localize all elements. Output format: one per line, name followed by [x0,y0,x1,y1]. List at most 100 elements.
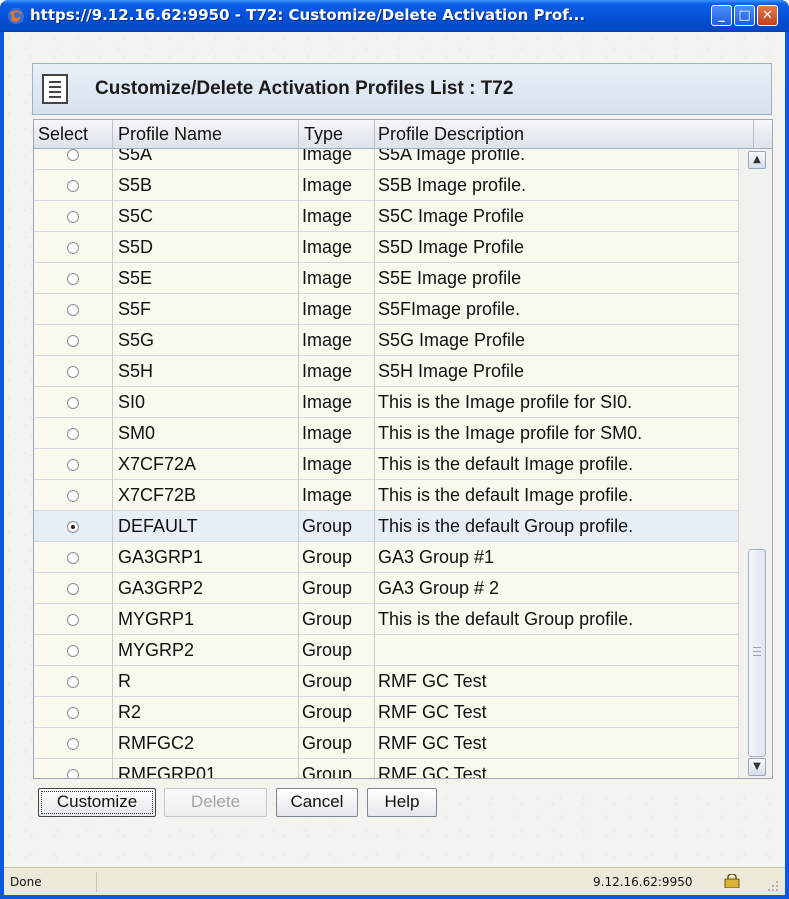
table-row[interactable]: S5B Image S5B Image profile. [34,170,738,201]
table-row[interactable]: S5G Image S5G Image Profile [34,325,738,356]
table-row[interactable]: MYGRP2 Group [34,635,738,666]
profile-name-cell: RMFGRP01 [118,764,217,779]
table-row[interactable]: SM0 Image This is the Image profile for SM… [34,418,738,449]
maximize-button[interactable]: □ [734,5,755,26]
column-header-type[interactable]: Type [304,124,343,145]
customize-button[interactable]: Customize [38,788,156,817]
delete-button[interactable]: Delete [164,788,267,817]
row-select-radio[interactable] [67,552,79,564]
row-select-radio[interactable] [67,242,79,254]
table-row[interactable]: R Group RMF GC Test [34,666,738,697]
table-row[interactable]: SI0 Image This is the Image profile for SI… [34,387,738,418]
table-header: Select Profile Name Type Profile Descrip… [34,120,772,149]
row-select-radio[interactable] [67,490,79,502]
row-select-radio[interactable] [67,149,79,161]
profile-type-cell: Image [302,485,353,505]
column-header-profile-name[interactable]: Profile Name [118,124,222,145]
select-cell [34,449,112,480]
row-select-radio[interactable] [67,273,79,285]
select-cell [34,170,112,201]
profile-type-cell: Image [302,454,353,474]
profile-type-cell: Group [302,578,353,598]
row-select-radio[interactable] [67,304,79,316]
scroll-up-button[interactable]: ▲ [748,151,766,169]
profile-description-cell: RMF GC Test [378,733,487,753]
page-title: Customize/Delete Activation Profiles Lis… [95,78,514,99]
profile-description-cell: This is the default Group profile. [378,609,634,629]
help-button[interactable]: Help [367,788,437,817]
table-row[interactable]: X7CF72A Image This is the default Image pr… [34,449,738,480]
profile-name-cell: GA3GRP2 [118,578,204,598]
row-select-radio[interactable] [67,645,79,657]
table-row[interactable]: GA3GRP2 Group GA3 Group # 2 [34,573,738,604]
row-select-radio[interactable] [67,738,79,750]
close-button[interactable]: ✕ [757,5,778,26]
row-select-radio[interactable] [67,180,79,192]
table-row[interactable]: RMFGC2 Group RMF GC Test [34,728,738,759]
profile-name-cell: S5C [118,206,154,226]
profile-type-cell: Image [302,299,353,319]
row-select-radio[interactable] [67,769,79,778]
column-header-select[interactable]: Select [38,124,88,145]
select-cell [34,573,112,604]
row-select-radio[interactable] [67,676,79,688]
select-cell [34,356,112,387]
profile-type-cell: Image [302,149,353,164]
title-bar[interactable]: https://9.12.16.62:9950 - T72: Customize… [0,0,789,32]
profile-name-cell: S5G [118,330,155,350]
profile-description-cell: This is the default Group profile. [378,516,634,536]
table-row[interactable]: GA3GRP1 Group GA3 Group #1 [34,542,738,573]
row-select-radio[interactable] [67,335,79,347]
table-row[interactable]: S5H Image S5H Image Profile [34,356,738,387]
profile-description-cell: RMF GC Test [378,671,487,691]
table-row[interactable]: X7CF72B Image This is the default Image pr… [34,480,738,511]
profile-description-cell: This is the Image profile for SI0. [378,392,633,412]
profile-description-cell: S5E Image profile [378,268,522,288]
table-row[interactable]: R2 Group RMF GC Test [34,697,738,728]
table-row[interactable]: S5E Image S5E Image profile [34,263,738,294]
select-cell [34,201,112,232]
select-cell [34,728,112,759]
vertical-scrollbar[interactable]: ▲ ▼ [738,149,772,778]
select-cell [34,263,112,294]
profile-description-cell: RMF GC Test [378,764,487,779]
table-row[interactable]: S5C Image S5C Image Profile [34,201,738,232]
row-select-radio[interactable] [67,366,79,378]
table-row[interactable]: RMFGRP01 Group RMF GC Test [34,759,738,779]
profile-name-cell: R2 [118,702,142,722]
profile-description-cell: S5FImage profile. [378,299,521,319]
select-cell [34,387,112,418]
table-row[interactable]: S5F Image S5FImage profile. [34,294,738,325]
row-select-radio[interactable] [67,583,79,595]
row-select-radio[interactable] [67,614,79,626]
profile-description-cell: This is the default Image profile. [378,485,634,505]
scroll-down-button[interactable]: ▼ [748,758,766,776]
browser-window: https://9.12.16.62:9950 - T72: Customize… [0,0,789,899]
profile-name-cell: MYGRP1 [118,609,195,629]
resize-grip-icon[interactable] [765,878,779,892]
lock-icon[interactable] [724,874,740,888]
cancel-button[interactable]: Cancel [276,788,358,817]
select-cell [34,666,112,697]
profile-description-cell [378,635,738,666]
table-row[interactable]: MYGRP1 Group This is the default Group pro… [34,604,738,635]
table-row[interactable]: DEFAULT Group This is the default Group pr… [34,511,738,542]
row-select-radio[interactable] [67,211,79,223]
row-select-radio[interactable] [67,428,79,440]
table-row[interactable]: S5A Image S5A Image profile. [34,149,738,170]
select-cell [34,542,112,573]
select-cell [34,759,112,778]
profile-type-cell: Image [302,206,353,226]
column-header-description[interactable]: Profile Description [378,124,524,145]
select-cell [34,149,112,170]
minimize-button[interactable]: _ [711,5,732,26]
row-select-radio[interactable] [67,397,79,409]
scrollbar-thumb[interactable] [748,549,766,757]
row-select-radio[interactable] [67,459,79,471]
row-select-radio[interactable] [67,707,79,719]
profile-description-cell: S5B Image profile. [378,175,527,195]
row-select-radio[interactable] [67,521,79,533]
window-title: https://9.12.16.62:9950 - T72: Customize… [30,6,586,24]
profile-type-cell: Group [302,609,353,629]
table-row[interactable]: S5D Image S5D Image Profile [34,232,738,263]
